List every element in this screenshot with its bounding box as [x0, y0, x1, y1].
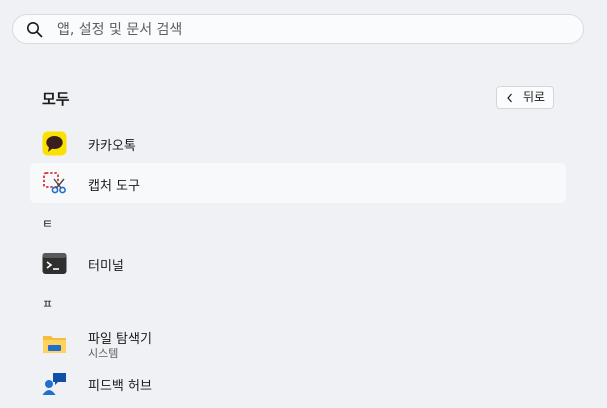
search-icon [27, 22, 43, 38]
file-explorer-icon [43, 336, 66, 353]
snipping-tool-icon [43, 172, 66, 194]
letter-header-p[interactable]: ㅍ [42, 295, 53, 312]
feedback-hub-icon [42, 373, 66, 395]
app-item-kakaotalk[interactable]: 카카오톡 [30, 123, 566, 163]
back-button-label: 뒤로 [523, 90, 546, 104]
section-title: 모두 [42, 90, 70, 108]
back-button[interactable]: 뒤로 [496, 86, 554, 109]
search-box[interactable]: 앱, 설정 및 문서 검색 [12, 14, 584, 44]
app-item-snipping-tool[interactable]: 캡처 도구 [30, 163, 566, 203]
app-name: 카카오톡 [88, 139, 136, 154]
chevron-left-icon [507, 93, 512, 103]
terminal-icon [42, 253, 67, 274]
app-name: 터미널 [88, 259, 124, 274]
app-item-file-explorer[interactable]: 파일 탐색기 시스템 [30, 323, 566, 363]
app-name: 캡처 도구 [88, 179, 140, 194]
app-name: 피드백 허브 [88, 379, 152, 394]
letter-header-t[interactable]: ㅌ [42, 215, 53, 232]
app-item-terminal[interactable]: 터미널 [30, 243, 566, 283]
app-subtitle: 시스템 [88, 347, 119, 360]
search-placeholder: 앱, 설정 및 문서 검색 [57, 22, 183, 38]
kakaotalk-icon [42, 131, 67, 156]
app-item-feedback-hub[interactable]: 피드백 허브 [30, 363, 566, 403]
